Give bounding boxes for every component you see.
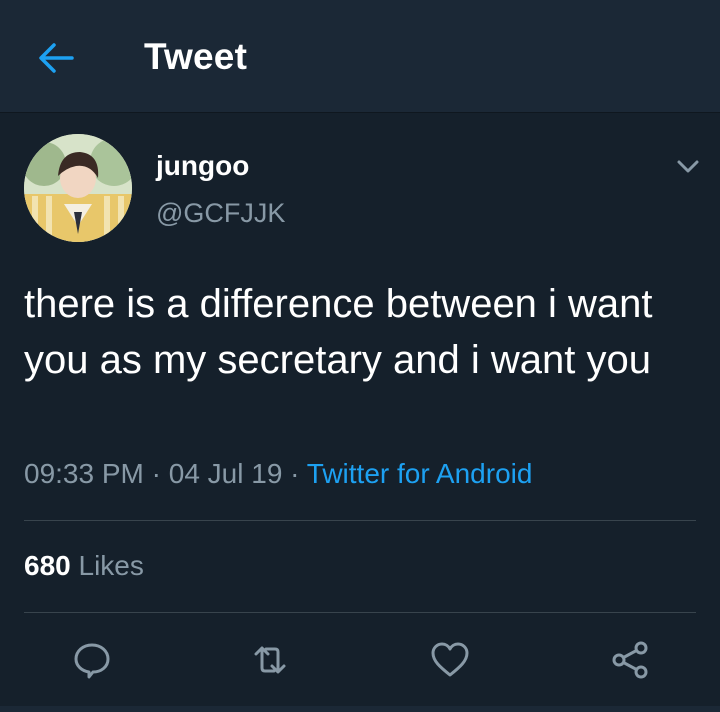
meta-separator: · xyxy=(143,458,169,489)
author-handle[interactable]: @GCFJJK xyxy=(156,198,285,229)
reply-icon[interactable] xyxy=(72,640,112,680)
tweet-date: 04 Jul 19 xyxy=(168,458,283,489)
tweet-meta: 09:33 PM · 04 Jul 19 · Twitter for Andro… xyxy=(24,458,532,490)
avatar[interactable] xyxy=(24,134,132,242)
tweet-time: 09:33 PM xyxy=(24,458,144,489)
likes-label: Likes xyxy=(70,550,144,581)
likes-count[interactable]: 680 Likes xyxy=(24,550,144,582)
author-name[interactable]: jungoo xyxy=(156,150,249,182)
top-app-bar: Tweet xyxy=(0,0,720,113)
tweet-source-link[interactable]: Twitter for Android xyxy=(307,458,533,489)
share-icon[interactable] xyxy=(610,640,650,680)
retweet-icon[interactable] xyxy=(250,640,290,680)
page-title: Tweet xyxy=(144,36,248,77)
meta-separator: · xyxy=(282,458,307,489)
likes-number: 680 xyxy=(24,550,71,581)
tweet-text: there is a difference between i want you… xyxy=(24,282,653,382)
divider xyxy=(24,612,696,613)
chevron-down-icon[interactable] xyxy=(674,152,702,180)
back-arrow-icon[interactable] xyxy=(36,40,76,76)
like-icon[interactable] xyxy=(430,640,470,680)
bottom-bar xyxy=(0,706,720,712)
divider xyxy=(24,520,696,521)
